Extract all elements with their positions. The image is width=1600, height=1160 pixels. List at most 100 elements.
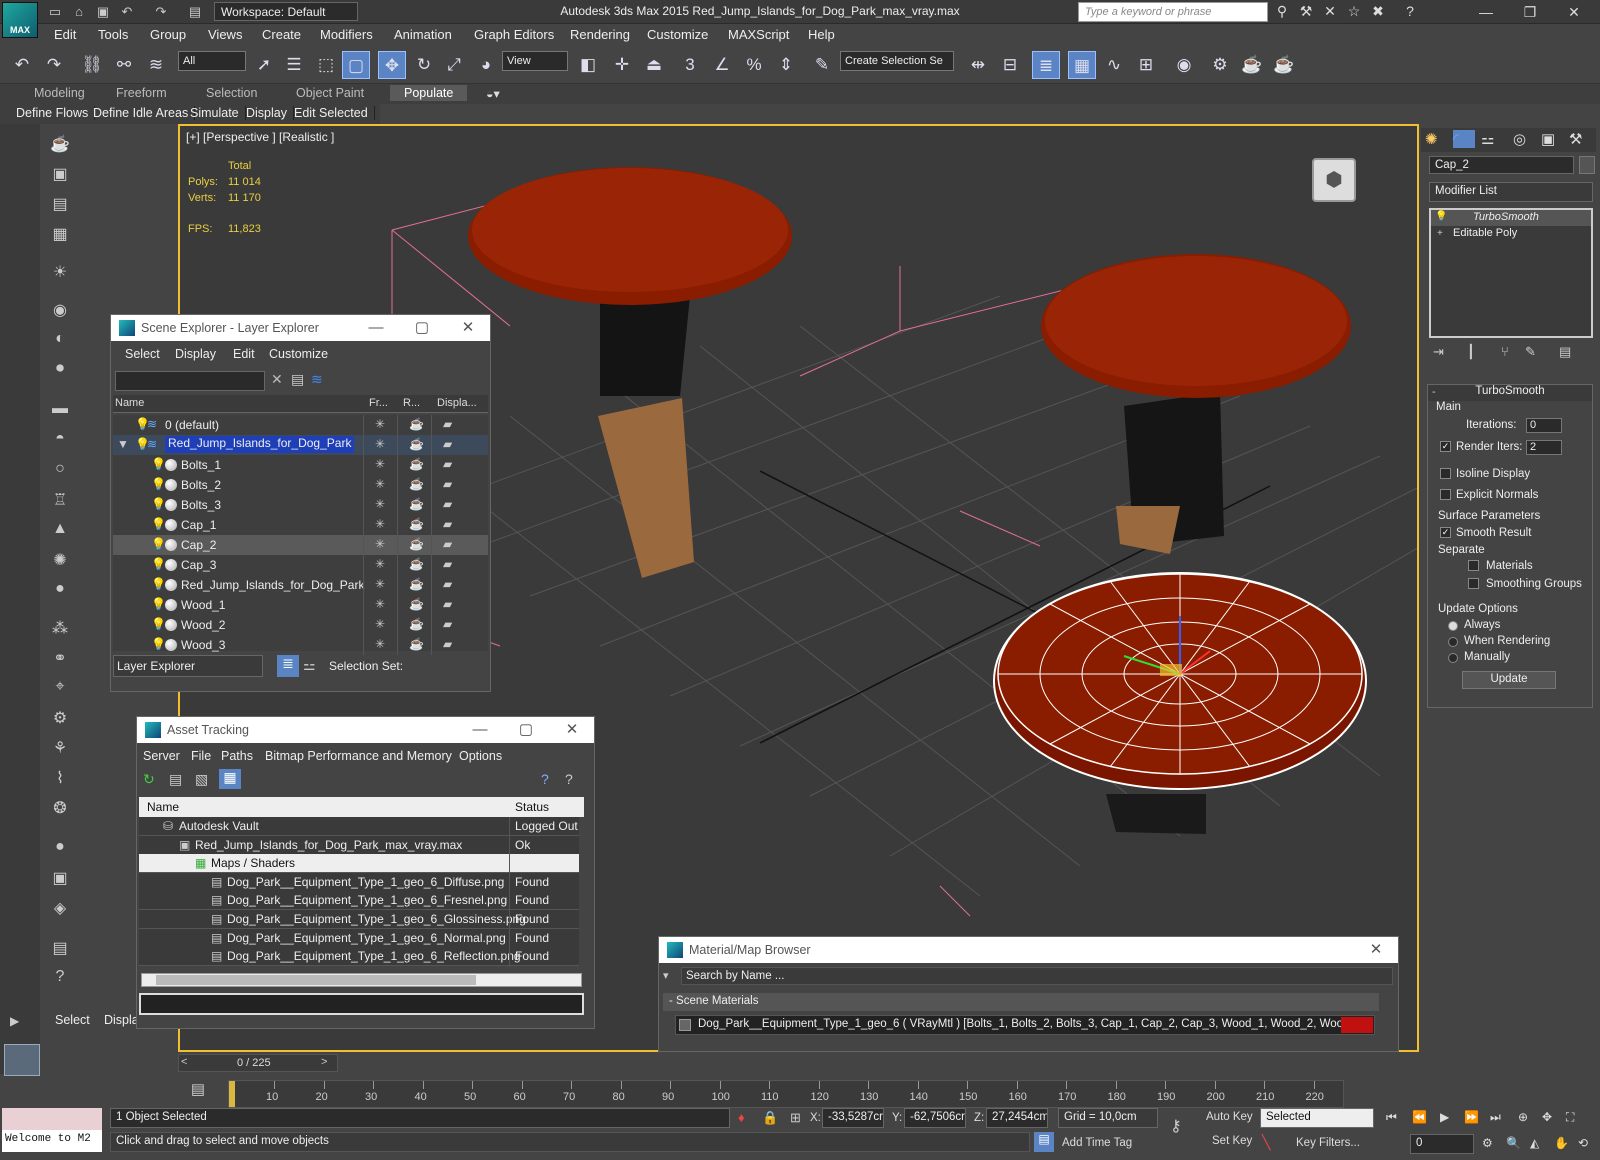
move-icon[interactable]: ✥ bbox=[378, 51, 406, 79]
se-menu-display[interactable]: Display bbox=[175, 347, 216, 361]
se-menu-edit[interactable]: Edit bbox=[233, 347, 255, 361]
lightbulb-icon[interactable]: 💡 bbox=[151, 537, 166, 551]
display-tab-icon[interactable]: ▣ bbox=[1541, 130, 1555, 148]
auto-key-button[interactable]: Auto Key bbox=[1206, 1111, 1253, 1123]
object-color-swatch[interactable] bbox=[1579, 156, 1595, 174]
explicit-normals-checkbox[interactable] bbox=[1440, 489, 1451, 500]
display-box-icon[interactable]: ▰ bbox=[443, 537, 452, 551]
maximize-button[interactable]: ❐ bbox=[1508, 0, 1552, 24]
communication-icon[interactable]: ✕ bbox=[1320, 3, 1340, 21]
lightbulb-icon[interactable]: 💡 bbox=[151, 477, 166, 491]
col-render[interactable]: R... bbox=[403, 397, 420, 409]
render-teapot-icon[interactable]: ☕ bbox=[409, 477, 424, 491]
time-config-icon[interactable]: ⚙ bbox=[1482, 1136, 1493, 1150]
collapse-arrow-icon[interactable]: ▼ bbox=[117, 437, 129, 451]
freeze-snowflake-icon[interactable]: ✳ bbox=[375, 537, 385, 551]
render-iters-spinner[interactable]: 2 bbox=[1526, 440, 1562, 455]
menu-help[interactable]: Help bbox=[808, 27, 835, 42]
new-layer-icon[interactable]: ▤ bbox=[291, 371, 304, 388]
app-logo[interactable]: MAX bbox=[2, 2, 38, 38]
x-coord-field[interactable]: -33,5287cr bbox=[822, 1108, 884, 1128]
pin-stack-icon[interactable]: ⇥ bbox=[1433, 344, 1444, 360]
scene-explorer-icon[interactable]: ▦ bbox=[1068, 51, 1096, 79]
angle-snap-icon[interactable]: ∠ bbox=[708, 51, 736, 79]
stack-item-editable-poly[interactable]: Editable Poly bbox=[1431, 226, 1591, 242]
configure-sets-icon[interactable]: ▤ bbox=[1559, 344, 1571, 360]
modifier-list-dropdown[interactable]: Modifier List bbox=[1429, 182, 1593, 202]
material-item[interactable]: Dog_Park__Equipment_Type_1_geo_6 ( VRayM… bbox=[675, 1015, 1375, 1035]
display-button[interactable]: Display bbox=[246, 106, 294, 120]
maximize-icon[interactable]: ▢ bbox=[399, 315, 445, 341]
remove-modifier-icon[interactable]: ✎ bbox=[1525, 344, 1536, 360]
layer-row[interactable]: 💡 Wood_3 ✳ ☕ ▰ bbox=[113, 635, 488, 655]
at-menu-file[interactable]: File bbox=[191, 749, 211, 763]
lock-icon[interactable]: 🔒 bbox=[762, 1110, 778, 1126]
lightbulb-icon[interactable]: 💡 bbox=[1435, 211, 1447, 222]
molecule-icon[interactable]: ⚭ bbox=[46, 648, 74, 674]
browser-options-icon[interactable]: ▾ bbox=[663, 969, 669, 982]
y-coord-field[interactable]: -62,7506cr bbox=[904, 1108, 966, 1128]
simulate-button[interactable]: Simulate bbox=[190, 106, 246, 120]
paint-icon[interactable]: ▣ bbox=[46, 164, 74, 190]
track-bar[interactable]: 10 20 30 40 50 60 70 80 90 100 110 120 130 140 150 160 1… bbox=[228, 1080, 1344, 1108]
utilities-tab-icon[interactable]: ⚒ bbox=[1569, 130, 1582, 148]
layer-row[interactable]: 💡 ≋ 0 (default) ✳ ☕ ▰ bbox=[113, 415, 488, 435]
render-teapot-icon[interactable]: ☕ bbox=[409, 597, 424, 611]
freeze-snowflake-icon[interactable]: ✳ bbox=[375, 497, 385, 511]
rollout-title[interactable]: TurboSmooth bbox=[1428, 385, 1592, 401]
smoothing-groups-checkbox[interactable] bbox=[1468, 578, 1479, 589]
close-button[interactable]: ✕ bbox=[1552, 0, 1596, 24]
freeze-snowflake-icon[interactable]: ✳ bbox=[375, 417, 385, 431]
iterations-spinner[interactable]: 0 bbox=[1526, 418, 1562, 433]
display-box-icon[interactable]: ▰ bbox=[443, 437, 452, 451]
table-icon[interactable]: ▦ bbox=[46, 224, 74, 250]
exchange-icon[interactable]: ✖ bbox=[1368, 3, 1388, 21]
time-marker[interactable] bbox=[229, 1081, 235, 1107]
freeze-snowflake-icon[interactable]: ✳ bbox=[375, 557, 385, 571]
camera-icon[interactable]: ◉ bbox=[46, 300, 74, 326]
rollout-collapse-icon[interactable]: - bbox=[1432, 386, 1436, 398]
layer-row[interactable]: 💡 Red_Jump_Islands_for_Dog_Park ✳ ☕ ▰ bbox=[113, 575, 488, 595]
undo-icon[interactable]: ↶ bbox=[8, 51, 36, 79]
material-editor-icon[interactable]: ◉ bbox=[1170, 51, 1198, 79]
modify-tab-icon[interactable]: ◜ bbox=[1453, 130, 1475, 148]
motion-tab-icon[interactable]: ◎ bbox=[1513, 130, 1526, 148]
named-selection-set-dropdown[interactable]: Create Selection Se bbox=[840, 51, 954, 71]
asset-row[interactable]: ▦ Maps / Shaders bbox=[139, 854, 579, 875]
at-col-name[interactable]: Name bbox=[147, 800, 179, 814]
lightbulb-icon[interactable]: 💡 bbox=[151, 497, 166, 511]
viewport-label[interactable]: [+] [Perspective ] [Realistic ] bbox=[186, 130, 334, 144]
zoom-all-icon[interactable]: ✥ bbox=[1542, 1110, 1552, 1124]
rendered-frame-icon[interactable]: ☕ bbox=[1238, 51, 1266, 79]
viewcube-icon[interactable]: ⬢ bbox=[1312, 158, 1356, 202]
circle-icon[interactable]: ○ bbox=[46, 460, 74, 486]
asset-row[interactable]: ▤ Dog_Park__Equipment_Type_1_geo_6_Glossi… bbox=[139, 910, 579, 930]
search-input[interactable]: Type a keyword or phrase bbox=[1078, 2, 1268, 22]
keyboard-shortcut-icon[interactable]: ⏏ bbox=[640, 51, 668, 79]
save-icon[interactable]: ▣ bbox=[94, 3, 112, 20]
layer-explorer-icon[interactable]: ≣ bbox=[1032, 51, 1060, 79]
close-icon[interactable]: ✕ bbox=[549, 717, 595, 743]
asset-row[interactable]: ▤ Dog_Park__Equipment_Type_1_geo_6_Reflec… bbox=[139, 947, 579, 968]
align-icon[interactable]: ⊟ bbox=[996, 51, 1024, 79]
menu-group[interactable]: Group bbox=[150, 27, 186, 42]
set-key-icon[interactable]: ⚷ bbox=[1170, 1116, 1182, 1136]
asset-row[interactable]: ▤ Dog_Park__Equipment_Type_1_geo_6_Diffus… bbox=[139, 872, 579, 893]
materials-checkbox[interactable] bbox=[1468, 560, 1479, 571]
teapot-icon[interactable]: ☕ bbox=[46, 134, 74, 160]
hair-icon[interactable]: ⌇ bbox=[46, 768, 74, 794]
sound-icon[interactable]: ◐ bbox=[46, 330, 74, 356]
minimize-icon[interactable]: — bbox=[457, 717, 503, 743]
manually-radio[interactable] bbox=[1448, 653, 1458, 663]
display-box-icon[interactable]: ▰ bbox=[443, 417, 452, 431]
close-icon[interactable]: ✕ bbox=[1353, 937, 1399, 963]
freeze-snowflake-icon[interactable]: ✳ bbox=[375, 597, 385, 611]
layer-row[interactable]: 💡 Cap_3 ✳ ☕ ▰ bbox=[113, 555, 488, 575]
table-view-icon[interactable]: ▦ bbox=[219, 769, 241, 789]
freeze-snowflake-icon[interactable]: ✳ bbox=[375, 457, 385, 471]
default-tangent-icon[interactable]: ╲ bbox=[1262, 1134, 1270, 1151]
selection-filter-dropdown[interactable]: All bbox=[178, 51, 246, 71]
col-name[interactable]: Name bbox=[115, 397, 144, 409]
dome-icon[interactable]: ◓ bbox=[46, 430, 74, 456]
workspace-dropdown[interactable]: Workspace: Default bbox=[214, 2, 358, 21]
